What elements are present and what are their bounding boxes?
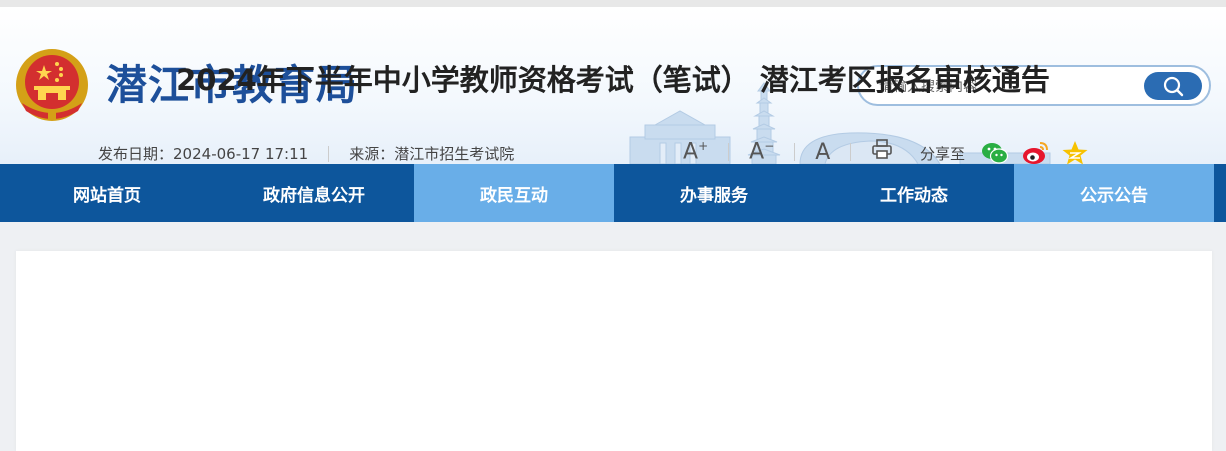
font-large-mark: +: [698, 139, 709, 154]
article-tools: A+ A− A: [663, 137, 913, 167]
article-meta: 发布日期： 2024-06-17 17:11 来源： 潜江市招生考试院: [98, 143, 514, 164]
nav-item-home[interactable]: 网站首页: [0, 164, 214, 222]
share-label: 分享至: [920, 144, 966, 163]
font-small-button[interactable]: A−: [729, 139, 794, 164]
publish-date: 2024-06-17 17:11: [173, 144, 309, 163]
font-small-mark: −: [764, 139, 775, 154]
font-large-letter: A: [683, 139, 699, 165]
font-default-button[interactable]: A: [795, 140, 850, 165]
nav-item-interaction[interactable]: 政民互动: [414, 164, 614, 222]
font-small-letter: A: [749, 139, 765, 165]
qzone-icon[interactable]: [1061, 139, 1089, 167]
nav-item-gov-info[interactable]: 政府信息公开: [214, 164, 414, 222]
share-bar: 分享至: [920, 139, 1101, 167]
top-strip: [0, 0, 1226, 7]
article-title: 2024年下半年中小学教师资格考试（笔试） 潜江考区报名审核通告: [176, 63, 1050, 97]
nav-item-announcements[interactable]: 公示公告: [1014, 164, 1214, 222]
meta-divider: [328, 145, 330, 162]
wechat-icon[interactable]: [981, 139, 1009, 167]
source-label: 来源：: [349, 145, 395, 163]
weibo-icon[interactable]: [1021, 139, 1049, 167]
source-value: 潜江市招生考试院: [394, 145, 515, 163]
nav-item-news[interactable]: 工作动态: [814, 164, 1014, 222]
nav-item-services[interactable]: 办事服务: [614, 164, 814, 222]
font-large-button[interactable]: A+: [663, 139, 728, 164]
publish-date-label: 发布日期：: [98, 145, 174, 163]
print-icon: [872, 139, 893, 159]
main-nav: 网站首页 政府信息公开 政民互动 办事服务 工作动态 公示公告: [0, 164, 1226, 222]
article-card: [16, 251, 1212, 451]
print-button[interactable]: [851, 138, 913, 166]
